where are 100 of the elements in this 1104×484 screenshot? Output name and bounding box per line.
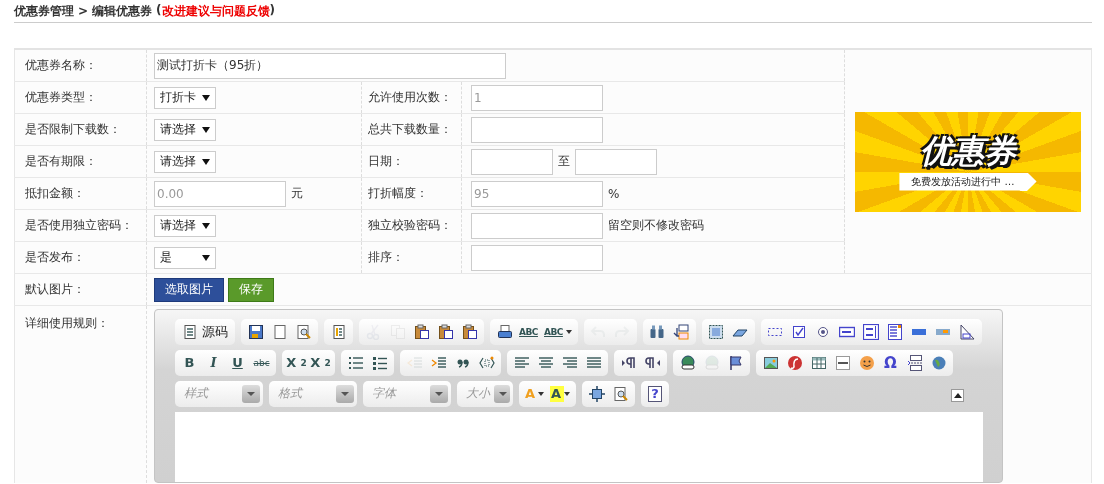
- align-center-icon: [537, 354, 554, 371]
- field-label: 独立校验密码：: [368, 218, 452, 232]
- field-label: 是否发布：: [25, 250, 85, 264]
- align-right-icon: [561, 354, 578, 371]
- clipboard-icon: [413, 323, 430, 340]
- picture-icon: [762, 354, 779, 371]
- list-box-icon: [887, 323, 904, 340]
- unit-label: %: [608, 186, 620, 201]
- field-label: 排序：: [368, 250, 404, 264]
- page-magnifier-icon: [295, 323, 312, 340]
- parenthesis: ): [269, 2, 276, 19]
- copy-icon: [389, 323, 406, 340]
- script-button[interactable]: X$^{2}$: [309, 351, 332, 374]
- bullet-list-icon: [371, 354, 388, 371]
- text-input[interactable]: [471, 244, 603, 271]
- field-label: 是否有期限：: [25, 154, 97, 168]
- flash-icon: [786, 354, 803, 371]
- globe-icon: [930, 354, 947, 371]
- caret-icon: [202, 126, 210, 133]
- text-input[interactable]: 95: [471, 180, 603, 207]
- replace-icon: [673, 323, 690, 340]
- underline-button[interactable]: U: [226, 351, 249, 374]
- caret-icon: [202, 222, 210, 229]
- document-icon: [330, 323, 347, 340]
- paragraph-direction-icon: [644, 354, 661, 371]
- source-button[interactable]: 源码: [178, 320, 232, 343]
- date-input[interactable]: [471, 148, 553, 175]
- scissors-icon: [365, 323, 382, 340]
- field-label: 日期：: [368, 154, 404, 168]
- select-all-icon: [708, 323, 725, 340]
- caret-icon: [565, 329, 572, 334]
- smiley-icon: [858, 354, 875, 371]
- blank-page-icon: [271, 323, 288, 340]
- caret-icon: [564, 391, 571, 396]
- italic-button[interactable]: I: [202, 351, 225, 374]
- spell-button[interactable]: ABC: [517, 320, 540, 343]
- align-left-icon: [513, 354, 530, 371]
- field-label: 详细使用规则：: [25, 316, 109, 330]
- flag-icon: [727, 354, 744, 371]
- source-label: 源码: [202, 322, 228, 341]
- special-button[interactable]: Ω: [879, 351, 902, 374]
- field-label: 是否使用独立密码：: [25, 218, 133, 232]
- field-label: 优惠券名称：: [25, 58, 97, 72]
- caret-icon: [202, 158, 210, 165]
- field-label: 是否限制下载数：: [25, 122, 121, 136]
- page-break-icon: [906, 354, 923, 371]
- caret-icon: [202, 254, 210, 261]
- clipboard-icon: [437, 323, 454, 340]
- range-separator: 至: [558, 153, 570, 170]
- checkbox-icon: [791, 323, 808, 340]
- select-dropdown[interactable]: 是: [154, 246, 216, 269]
- paragraph-direction-icon: [620, 354, 637, 371]
- numbered-list-icon: [347, 354, 364, 371]
- text-input[interactable]: [471, 212, 603, 239]
- select-dropdown[interactable]: 打折卡: [154, 86, 216, 109]
- table-icon: [810, 354, 827, 371]
- hint-text: 留空则不修改密码: [608, 217, 704, 234]
- triangle-icon: [953, 393, 962, 398]
- select-dropdown[interactable]: 请选择: [154, 118, 216, 141]
- unit-label: 元: [291, 185, 303, 202]
- collapse-toolbar-button[interactable]: [951, 389, 964, 402]
- banner-headline: 优惠券: [920, 132, 1016, 169]
- select-dropdown[interactable]: 请选择: [154, 150, 216, 173]
- choose-image-button[interactable]: 选取图片: [154, 277, 224, 302]
- about-button[interactable]: ?: [648, 385, 663, 402]
- clipboard-icon: [461, 323, 478, 340]
- outdent-icon: [406, 354, 423, 371]
- select-dropdown[interactable]: 请选择: [154, 214, 216, 237]
- caret-icon: [202, 94, 210, 101]
- text-input[interactable]: [471, 116, 603, 143]
- field-label: 优惠券类型：: [25, 90, 97, 104]
- binoculars-icon: [649, 323, 666, 340]
- indent-icon: [430, 354, 447, 371]
- feedback-link[interactable]: 改进建议与问题反馈: [161, 2, 270, 20]
- date-input[interactable]: [575, 148, 657, 175]
- field-label: 允许使用次数：: [368, 90, 452, 104]
- text-input[interactable]: 0.00: [154, 180, 286, 207]
- field-label: 打折幅度：: [368, 186, 428, 200]
- globe-chain-icon: [679, 354, 696, 371]
- banner-tagline: 免费发放活动进行中 …: [899, 172, 1037, 191]
- printer-icon: [496, 323, 513, 340]
- caret-icon: [538, 391, 545, 396]
- div-container-icon: [478, 354, 495, 371]
- text-area-icon: [863, 323, 880, 340]
- field-label: 总共下载数量：: [368, 122, 452, 136]
- justify-icon: [585, 354, 602, 371]
- strike-button[interactable]: abc: [250, 351, 273, 374]
- field-label: 抵扣金额：: [25, 186, 85, 200]
- globe-chain-icon: [703, 354, 720, 371]
- breadcrumb-separator: >: [78, 4, 89, 18]
- parenthesis: (: [156, 2, 162, 19]
- text-input[interactable]: 测试打折卡（95折）: [154, 52, 506, 79]
- field-label: 默认图片：: [25, 282, 85, 296]
- spellcheck-button[interactable]: ABC: [541, 320, 575, 343]
- bold-button[interactable]: B: [178, 351, 201, 374]
- breadcrumb-current: 编辑优惠券: [92, 2, 153, 20]
- text-input[interactable]: 1: [471, 84, 603, 111]
- page-magnifier-icon: [612, 385, 629, 402]
- document-icon: [182, 323, 198, 340]
- breadcrumb-item[interactable]: 优惠券管理: [14, 2, 74, 20]
